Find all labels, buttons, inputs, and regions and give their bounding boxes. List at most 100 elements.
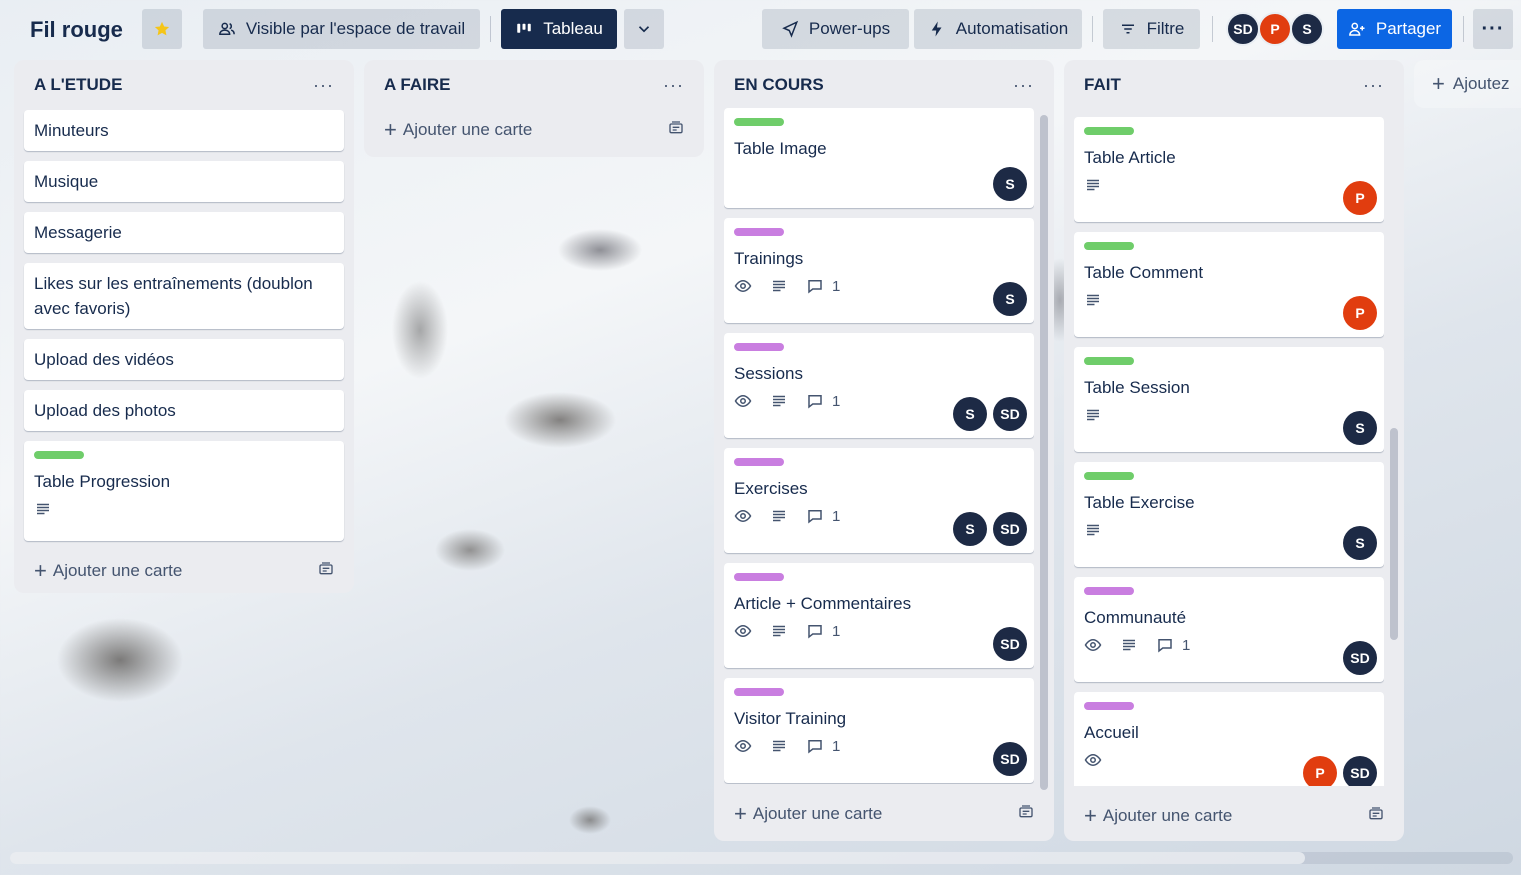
- comment-icon: [808, 625, 822, 639]
- avatar[interactable]: SD: [993, 627, 1027, 661]
- automation-button[interactable]: Automatisation: [914, 9, 1082, 49]
- avatar[interactable]: P: [1343, 181, 1377, 215]
- comment-badge: 1: [806, 737, 840, 755]
- avatar[interactable]: SD: [1226, 12, 1260, 46]
- list-menu-icon[interactable]: ···: [1013, 75, 1034, 96]
- eye-icon: [734, 622, 752, 640]
- card-label-purple[interactable]: [734, 458, 784, 466]
- template-icon[interactable]: [1368, 806, 1384, 827]
- avatar[interactable]: P: [1303, 756, 1337, 786]
- card-badges: 1: [734, 616, 1024, 646]
- card[interactable]: Minuteurs: [24, 110, 344, 151]
- card-label-purple[interactable]: [734, 573, 784, 581]
- list-title[interactable]: A FAIRE: [384, 75, 450, 95]
- avatar[interactable]: SD: [993, 397, 1027, 431]
- comment-icon: [1158, 639, 1172, 653]
- card[interactable]: Trainings 1 S: [724, 218, 1034, 323]
- card[interactable]: Visitor Training 1 SD: [724, 678, 1034, 783]
- board-title[interactable]: Fil rouge: [30, 17, 123, 43]
- avatar[interactable]: S: [1290, 12, 1324, 46]
- view-switcher-button[interactable]: Tableau: [501, 9, 617, 49]
- card-label-purple[interactable]: [734, 228, 784, 236]
- avatar[interactable]: S: [953, 397, 987, 431]
- add-card-button[interactable]: + Ajouter une carte: [724, 794, 1044, 834]
- filter-icon: [1121, 24, 1134, 34]
- card[interactable]: Table Image S: [724, 108, 1034, 208]
- list-header: EN COURS ···: [724, 60, 1044, 110]
- card[interactable]: Likes sur les entraînements (doublon ave…: [24, 263, 344, 329]
- avatar[interactable]: S: [993, 167, 1027, 201]
- avatar[interactable]: SD: [1343, 641, 1377, 675]
- card-label-green[interactable]: [1084, 242, 1134, 250]
- comment-count: 1: [832, 737, 841, 755]
- card[interactable]: Upload des vidéos: [24, 339, 344, 380]
- add-card-label: Ajouter une carte: [752, 804, 883, 823]
- card-list: Minuteurs Musique Messagerie Likes sur l…: [24, 110, 344, 541]
- board-horizontal-scrollbar[interactable]: [10, 852, 1513, 864]
- list-title[interactable]: FAIT: [1084, 75, 1121, 95]
- board-menu-button[interactable]: ···: [1473, 9, 1513, 49]
- card[interactable]: Sessions 1 S SD: [724, 333, 1034, 438]
- powerups-button[interactable]: Power-ups: [762, 9, 909, 49]
- header-divider: [1463, 16, 1464, 42]
- template-icon[interactable]: [1018, 804, 1034, 825]
- comment-badge: 1: [806, 507, 840, 525]
- card[interactable]: Table Article P: [1074, 117, 1384, 222]
- add-card-button[interactable]: + Ajouter une carte: [374, 110, 694, 150]
- list-title[interactable]: A L'ETUDE: [34, 75, 122, 95]
- card[interactable]: Messagerie: [24, 212, 344, 253]
- card-label-purple[interactable]: [734, 343, 784, 351]
- card[interactable]: Table Exercise S: [1074, 462, 1384, 567]
- card[interactable]: Communauté 1 SD: [1074, 577, 1384, 682]
- card[interactable]: Exercises 1 S SD: [724, 448, 1034, 553]
- share-button[interactable]: Partager: [1337, 9, 1452, 49]
- avatar[interactable]: S: [953, 512, 987, 546]
- card[interactable]: Table Comment P: [1074, 232, 1384, 337]
- visibility-button[interactable]: Visible par l'espace de travail: [203, 9, 480, 49]
- card-badges: 1: [734, 271, 1024, 301]
- scrollbar-thumb[interactable]: [10, 852, 1305, 864]
- card[interactable]: Accueil P SD: [1074, 692, 1384, 786]
- avatar[interactable]: SD: [993, 512, 1027, 546]
- template-icon[interactable]: [318, 561, 334, 582]
- description-icon: [1084, 521, 1102, 539]
- card-title: Exercises: [734, 479, 808, 498]
- card-label-purple[interactable]: [1084, 587, 1134, 595]
- list-menu-icon[interactable]: ···: [663, 75, 684, 96]
- view-dropdown-button[interactable]: [624, 9, 664, 49]
- list-menu-icon[interactable]: ···: [1363, 75, 1384, 96]
- share-label: Partager: [1375, 19, 1442, 38]
- add-list-button[interactable]: + Ajoutez: [1414, 60, 1521, 108]
- card[interactable]: Musique: [24, 161, 344, 202]
- card[interactable]: Table Progression: [24, 441, 344, 541]
- avatar[interactable]: SD: [993, 742, 1027, 776]
- list-scrollbar[interactable]: [1390, 428, 1398, 640]
- avatar[interactable]: P: [1343, 296, 1377, 330]
- card-label-green[interactable]: [734, 118, 784, 126]
- filter-button[interactable]: Filtre: [1103, 9, 1200, 49]
- list-title[interactable]: EN COURS: [734, 75, 824, 95]
- card-label-purple[interactable]: [1084, 702, 1134, 710]
- avatar[interactable]: P: [1258, 12, 1292, 46]
- card[interactable]: Upload des photos: [24, 390, 344, 431]
- plus-icon: +: [1084, 803, 1097, 828]
- add-card-button[interactable]: + Ajouter une carte: [24, 551, 344, 591]
- avatar[interactable]: S: [1343, 411, 1377, 445]
- card[interactable]: Table Session S: [1074, 347, 1384, 452]
- star-button[interactable]: [142, 9, 182, 49]
- list-scrollbar[interactable]: [1040, 115, 1048, 790]
- card[interactable]: Article + Commentaires 1 SD: [724, 563, 1034, 668]
- add-card-button[interactable]: + Ajouter une carte: [1074, 796, 1394, 836]
- template-icon[interactable]: [668, 120, 684, 141]
- card-label-green[interactable]: [1084, 357, 1134, 365]
- avatar[interactable]: SD: [1343, 756, 1377, 786]
- card-label-green[interactable]: [1084, 472, 1134, 480]
- card-label-green[interactable]: [34, 451, 84, 459]
- card-label-purple[interactable]: [734, 688, 784, 696]
- card-label-green[interactable]: [1084, 127, 1134, 135]
- card-members: SD: [993, 627, 1027, 661]
- avatar[interactable]: S: [993, 282, 1027, 316]
- comment-badge: 1: [806, 392, 840, 410]
- avatar[interactable]: S: [1343, 526, 1377, 560]
- list-menu-icon[interactable]: ···: [313, 75, 334, 96]
